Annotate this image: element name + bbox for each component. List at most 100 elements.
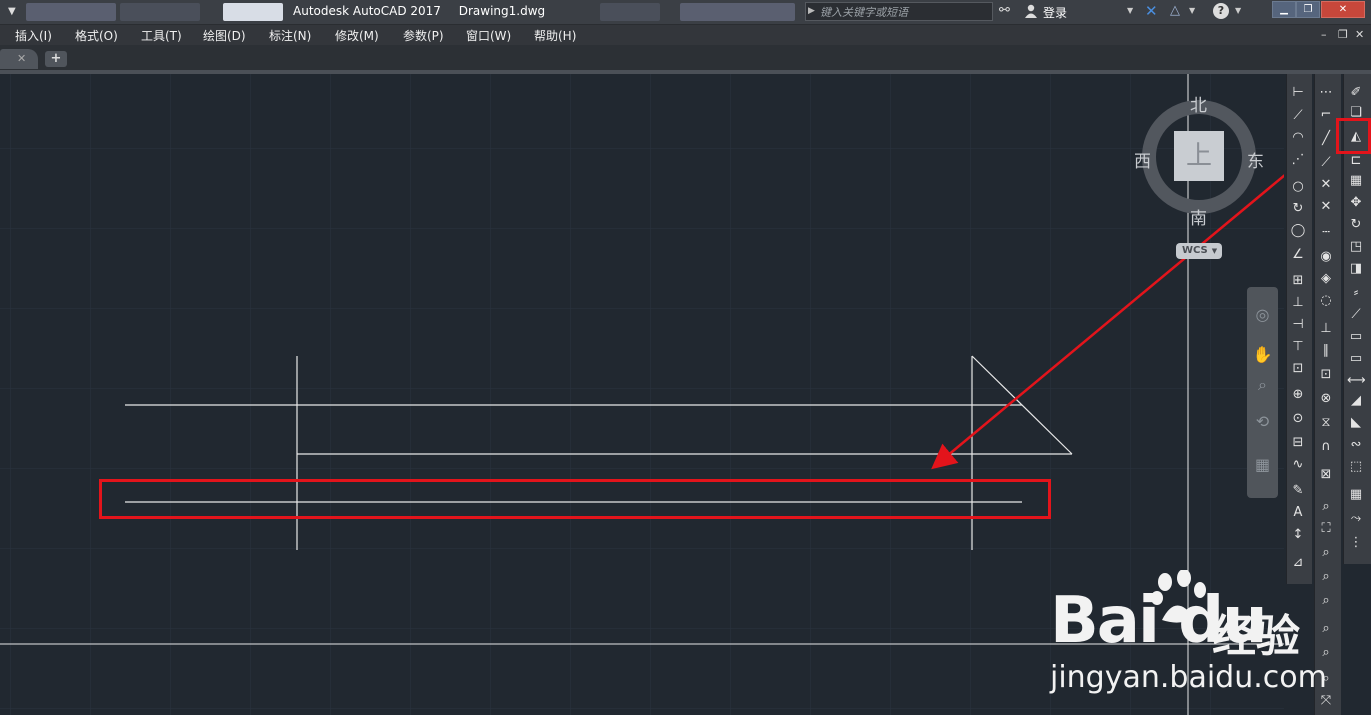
temp-track-icon[interactable]: ⋯ xyxy=(1317,84,1335,102)
jogged-linear-icon[interactable]: ∿ xyxy=(1289,456,1307,474)
snap-endpoint-icon[interactable]: ╱ xyxy=(1317,130,1335,148)
viewcube-east[interactable]: 东 xyxy=(1247,147,1264,172)
snap-center-icon[interactable]: ◉ xyxy=(1317,248,1335,266)
chevron-down-icon[interactable]: ▼ xyxy=(1235,6,1241,15)
linear-dimension-icon[interactable]: ⊢ xyxy=(1289,84,1307,102)
expand-arrow-icon[interactable]: ▶ xyxy=(808,6,815,16)
login-button[interactable]: 登录 xyxy=(1043,4,1067,21)
taskbar-tab[interactable] xyxy=(600,3,660,21)
zoom-dynamic-icon[interactable]: ⛶ xyxy=(1317,520,1335,538)
minimize-button[interactable]: ▁ xyxy=(1272,1,1296,18)
chevron-down-icon[interactable]: ▼ xyxy=(1189,6,1195,15)
explode-icon[interactable]: ⬚ xyxy=(1347,458,1365,476)
break-icon[interactable]: ▭ xyxy=(1347,350,1365,368)
viewcube-west[interactable]: 西 xyxy=(1134,147,1151,172)
menu-modify[interactable]: 修改(M) xyxy=(335,27,379,44)
tolerance-icon[interactable]: ⊕ xyxy=(1289,386,1307,404)
angular-icon[interactable]: ∠ xyxy=(1289,246,1307,264)
help-icon[interactable]: ? xyxy=(1213,3,1229,19)
menu-parametric[interactable]: 参数(P) xyxy=(403,27,444,44)
menu-draw[interactable]: 绘图(D) xyxy=(203,27,246,44)
doc-close-icon[interactable]: ✕ xyxy=(1355,28,1364,41)
offset-icon[interactable]: ⊏ xyxy=(1347,152,1365,170)
close-button[interactable]: ✕ xyxy=(1321,1,1365,18)
maximize-button[interactable]: ❐ xyxy=(1296,1,1320,18)
menu-dimension[interactable]: 标注(N) xyxy=(269,27,311,44)
erase-icon[interactable]: ✐ xyxy=(1347,84,1365,102)
showmotion-icon[interactable]: ▦ xyxy=(1252,455,1273,477)
quick-dimension-icon[interactable]: ⊞ xyxy=(1289,272,1307,290)
aligned-dimension-icon[interactable]: ⟋ xyxy=(1289,107,1307,125)
ordinate-icon[interactable]: ⋰ xyxy=(1289,151,1307,169)
radius-icon[interactable]: ○ xyxy=(1289,178,1307,196)
taskbar-tab[interactable] xyxy=(223,3,283,21)
viewcube-south[interactable]: 南 xyxy=(1190,204,1207,229)
binoculars-search-icon[interactable]: ⚯ xyxy=(999,3,1010,18)
break-at-point-icon[interactable]: ▭ xyxy=(1347,328,1365,346)
scale-icon[interactable]: ◳ xyxy=(1347,238,1365,256)
arrange-icon[interactable]: ▦ xyxy=(1347,486,1365,504)
doc-minimize-icon[interactable]: – xyxy=(1321,28,1327,41)
close-icon[interactable]: ✕ xyxy=(17,52,26,65)
snap-tangent-icon[interactable]: ◌ xyxy=(1317,292,1335,310)
steering-wheel-icon[interactable]: ◎ xyxy=(1252,305,1273,327)
osnap-settings-icon[interactable]: ⊠ xyxy=(1317,466,1335,484)
trim-icon[interactable]: ⸗ xyxy=(1347,284,1365,302)
taskbar-tab[interactable] xyxy=(120,3,200,21)
snap-intersection-icon[interactable]: ✕ xyxy=(1317,176,1335,194)
chamfer-icon[interactable]: ◢ xyxy=(1347,392,1365,410)
dimension-edit-icon[interactable]: ✎ xyxy=(1289,482,1307,500)
stretch-icon[interactable]: ◨ xyxy=(1347,260,1365,278)
viewcube-top-face[interactable]: 上 xyxy=(1174,131,1224,181)
doc-restore-icon[interactable]: ❐ xyxy=(1338,28,1348,41)
snap-nearest-icon[interactable]: ⧖ xyxy=(1317,414,1335,432)
array-icon[interactable]: ▦ xyxy=(1347,172,1365,190)
menu-tools[interactable]: 工具(T) xyxy=(141,27,182,44)
snap-extension-icon[interactable]: ┄ xyxy=(1317,224,1335,242)
dimension-break-icon[interactable]: ⊡ xyxy=(1289,360,1307,378)
zoom-window-icon[interactable]: ⌕ xyxy=(1317,498,1335,516)
wcs-menu[interactable]: WCS ▼ xyxy=(1176,243,1222,259)
snap-quadrant-icon[interactable]: ◈ xyxy=(1317,270,1335,288)
menu-insert[interactable]: 插入(I) xyxy=(15,27,52,44)
baseline-icon[interactable]: ⊥ xyxy=(1289,294,1307,312)
taskbar-tab[interactable] xyxy=(680,3,795,21)
snap-node-icon[interactable]: ⊗ xyxy=(1317,390,1335,408)
chevron-down-icon[interactable]: ▼ xyxy=(1127,6,1133,15)
drawing-tab[interactable]: ✕ xyxy=(0,49,38,69)
continue-icon[interactable]: ⊣ xyxy=(1289,316,1307,334)
fillet-icon[interactable]: ◣ xyxy=(1347,414,1365,432)
zoom-extents-icon[interactable]: ⌕ xyxy=(1252,375,1273,397)
extend-icon[interactable]: ⟋ xyxy=(1347,306,1365,324)
rotate-icon[interactable]: ↻ xyxy=(1347,216,1365,234)
arc-length-icon[interactable]: ◠ xyxy=(1289,129,1307,147)
menu-help[interactable]: 帮助(H) xyxy=(534,27,576,44)
dimension-update-icon[interactable]: ↕ xyxy=(1289,526,1307,544)
orbit-icon[interactable]: ⟲ xyxy=(1252,412,1273,434)
help-search-input[interactable] xyxy=(818,4,992,21)
grip-icon[interactable]: ⋮ xyxy=(1347,534,1365,552)
taskbar-tab[interactable] xyxy=(26,3,116,21)
user-icon[interactable] xyxy=(1025,4,1037,18)
center-mark-icon[interactable]: ⊙ xyxy=(1289,410,1307,428)
snap-from-icon[interactable]: ⌐ xyxy=(1317,106,1335,124)
dimension-text-edit-icon[interactable]: A xyxy=(1289,504,1307,522)
draw-order-icon[interactable]: ⤳ xyxy=(1347,510,1365,528)
snap-midpoint-icon[interactable]: ⟋ xyxy=(1317,154,1335,172)
new-tab-button[interactable]: + xyxy=(45,51,67,67)
viewcube-north[interactable]: 北 xyxy=(1190,91,1207,116)
menu-format[interactable]: 格式(O) xyxy=(75,27,118,44)
snap-none-icon[interactable]: ∩ xyxy=(1317,438,1335,456)
blend-curves-icon[interactable]: ∾ xyxy=(1347,436,1365,454)
exchange-apps-icon[interactable]: ✕ xyxy=(1145,2,1158,20)
diameter-icon[interactable]: ◯ xyxy=(1289,222,1307,240)
move-icon[interactable]: ✥ xyxy=(1347,194,1365,212)
quick-access-dropdown-icon[interactable]: ▼ xyxy=(8,6,20,18)
dimension-space-icon[interactable]: ⊤ xyxy=(1289,338,1307,356)
a360-icon[interactable]: △ xyxy=(1170,3,1180,18)
snap-parallel-icon[interactable]: ∥ xyxy=(1317,342,1335,360)
snap-insert-icon[interactable]: ⊡ xyxy=(1317,366,1335,384)
join-icon[interactable]: ⟷ xyxy=(1347,372,1366,390)
pan-hand-icon[interactable]: ✋ xyxy=(1252,345,1273,367)
menu-window[interactable]: 窗口(W) xyxy=(466,27,511,44)
